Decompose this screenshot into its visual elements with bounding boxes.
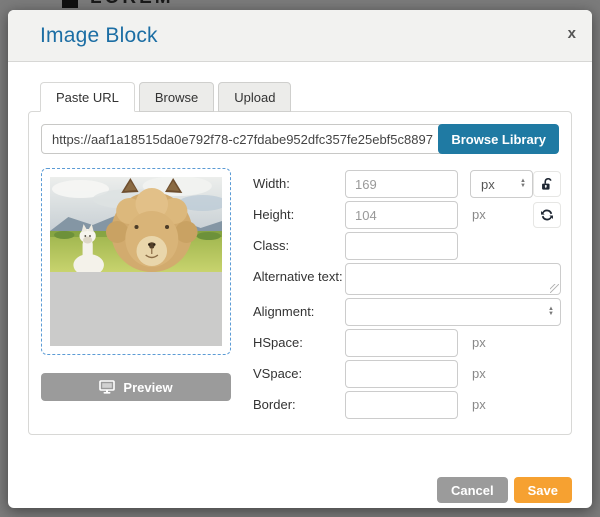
height-row: Height: px (253, 201, 561, 229)
alt-text-label: Alternative text: (253, 263, 345, 284)
select-stepper-icon: ▲▼ (520, 179, 526, 189)
height-unit-label: px (472, 201, 486, 222)
vspace-label: VSpace: (253, 360, 345, 381)
vspace-unit-label: px (472, 360, 486, 381)
height-input[interactable] (345, 201, 458, 229)
vspace-row: VSpace: px (253, 360, 561, 388)
lock-ratio-button[interactable] (533, 171, 561, 197)
url-input-group: Browse Library (41, 124, 559, 154)
background-logo-text: LOREM (90, 0, 174, 9)
dialog-header: Image Block x (8, 10, 592, 62)
border-row: Border: px (253, 391, 561, 419)
image-url-input[interactable] (41, 124, 444, 154)
preview-button[interactable]: Preview (41, 373, 231, 401)
border-label: Border: (253, 391, 345, 412)
width-label: Width: (253, 170, 345, 191)
width-unit-select[interactable]: px ▲▼ (470, 170, 533, 198)
alt-text-input[interactable] (345, 263, 561, 295)
unlock-icon (540, 177, 555, 192)
dialog-body: Paste URL Browse Upload Browse Library (8, 62, 592, 503)
paste-url-panel: Browse Library (28, 111, 572, 435)
save-button[interactable]: Save (514, 477, 572, 503)
browse-library-button[interactable]: Browse Library (438, 124, 559, 154)
alt-text-row: Alternative text: (253, 263, 561, 295)
vspace-input[interactable] (345, 360, 458, 388)
refresh-size-button[interactable] (533, 202, 561, 228)
image-preview-placeholder (50, 177, 222, 346)
hspace-label: HSpace: (253, 329, 345, 350)
dialog-footer: Cancel Save (28, 477, 572, 503)
tab-paste-url[interactable]: Paste URL (40, 82, 135, 112)
attributes-form: Width: px ▲▼ (253, 168, 561, 422)
class-label: Class: (253, 232, 345, 253)
alignment-row: Alignment: ▲▼ (253, 298, 561, 326)
preview-column: Preview (41, 168, 231, 422)
refresh-icon (540, 208, 554, 222)
hspace-row: HSpace: px (253, 329, 561, 357)
width-row: Width: px ▲▼ (253, 170, 561, 198)
select-stepper-icon: ▲▼ (548, 307, 554, 317)
width-unit-value: px (481, 177, 495, 192)
border-input[interactable] (345, 391, 458, 419)
tab-upload[interactable]: Upload (218, 82, 291, 112)
close-icon[interactable]: x (568, 26, 576, 41)
monitor-icon (99, 380, 115, 394)
alignment-label: Alignment: (253, 298, 345, 319)
tab-bar: Paste URL Browse Upload (40, 82, 572, 111)
panel-content: Preview Width: px ▲▼ (41, 168, 559, 422)
preview-button-label: Preview (123, 380, 172, 395)
cancel-button[interactable]: Cancel (437, 477, 508, 503)
hspace-unit-label: px (472, 329, 486, 350)
width-input[interactable] (345, 170, 458, 198)
class-row: Class: (253, 232, 561, 260)
class-input[interactable] (345, 232, 458, 260)
dialog-title: Image Block (40, 24, 158, 48)
alpaca-photo (50, 177, 222, 272)
image-block-dialog: Image Block x Paste URL Browse Upload Br… (8, 10, 592, 508)
hspace-input[interactable] (345, 329, 458, 357)
height-label: Height: (253, 201, 345, 222)
border-unit-label: px (472, 391, 486, 412)
background-logo-mark (62, 0, 78, 8)
alignment-select[interactable]: ▲▼ (345, 298, 561, 326)
image-preview-frame (41, 168, 231, 355)
tab-browse[interactable]: Browse (139, 82, 214, 112)
